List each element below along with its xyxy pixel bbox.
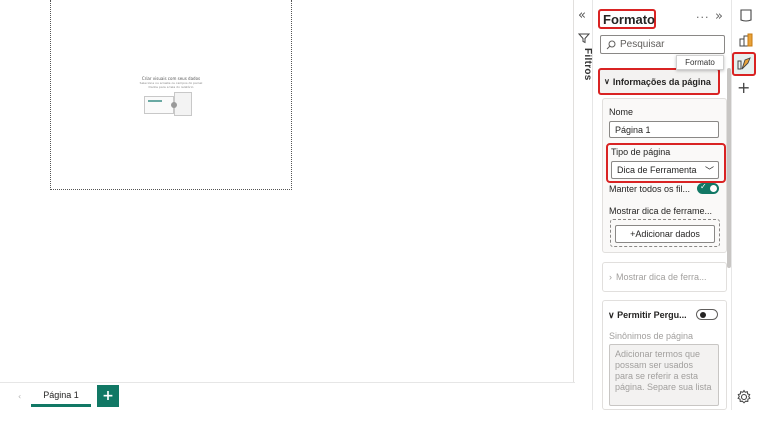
placeholder-line-2: Dados para a tela do relatório [148, 85, 194, 89]
page-type-value: Dica de Ferramenta [617, 165, 697, 175]
build-visual-icon[interactable] [738, 32, 754, 48]
qa-section-header[interactable]: ∨ Permitir Pergu... [608, 310, 687, 321]
pane-title: Formato [598, 9, 656, 29]
bookmark-icon[interactable] [738, 8, 754, 24]
show-tooltip-label: Mostrar dica de ferrame... [609, 206, 713, 216]
page-type-dropdown[interactable]: Dica de Ferramenta ﹀ [611, 161, 719, 179]
power-bi-report-editor: Criar visuais com seus dados Selecione o… [0, 0, 768, 423]
keep-filters-toggle[interactable]: ✓ [697, 182, 719, 194]
search-icon [606, 40, 616, 49]
qa-toggle[interactable] [696, 309, 718, 320]
empty-canvas-placeholder: Criar visuais com seus dados Selecione o… [51, 76, 291, 116]
name-label: Nome [609, 107, 634, 117]
page-type-label: Tipo de página [611, 147, 671, 157]
filters-label[interactable]: Filtros [579, 48, 593, 108]
placeholder-illustration [144, 92, 198, 116]
add-icon[interactable]: + [737, 78, 750, 97]
section-title: Informações da página [612, 76, 711, 87]
settings-gear-icon[interactable] [736, 389, 752, 405]
chevron-down-icon: ∨ [608, 310, 615, 320]
more-options-icon[interactable]: ··· [696, 11, 710, 24]
search-input[interactable]: Pesquisar [600, 35, 725, 54]
collapsed-section-title: Mostrar dica de ferra... [616, 272, 707, 282]
illustration-cursor-icon [171, 102, 177, 108]
page-name-field[interactable]: Página 1 [609, 121, 719, 138]
page-information-section-header[interactable]: ∨ Informações da página [598, 68, 720, 95]
keep-filters-label: Manter todos os fil... [609, 184, 691, 194]
qa-title: Permitir Pergu... [617, 310, 687, 320]
checkmark-icon: ✓ [700, 182, 707, 191]
tab-scroll-left-icon[interactable]: ‹ [18, 392, 21, 401]
show-tooltip-section-collapsed[interactable]: › Mostrar dica de ferra... [602, 262, 727, 292]
synonyms-label: Sinônimos de página [609, 331, 694, 341]
format-tooltip: Formato [676, 55, 724, 70]
illustration-canvas-box [144, 96, 174, 114]
add-data-button[interactable]: +Adicionar dados [615, 225, 715, 243]
status-area [0, 410, 768, 423]
report-canvas[interactable]: Criar visuais com seus dados Selecione o… [0, 0, 575, 382]
format-visual-icon[interactable] [736, 56, 752, 72]
expand-pane-icon[interactable]: » [715, 9, 723, 24]
chevron-right-icon: › [609, 272, 612, 282]
chevron-down-icon: ﹀ [704, 165, 714, 176]
filter-funnel-icon [578, 33, 590, 44]
chevron-down-icon: ∨ [604, 77, 610, 86]
add-page-button[interactable]: + [97, 385, 119, 407]
synonyms-textarea[interactable]: Adicionar termos que possam ser usados p… [609, 344, 719, 406]
toggle-knob [710, 185, 717, 192]
tab-pagina-1[interactable]: Página 1 [31, 385, 91, 407]
search-placeholder: Pesquisar [620, 39, 665, 50]
toggle-knob [700, 312, 706, 318]
tooltip-page-frame[interactable]: Criar visuais com seus dados Selecione o… [50, 0, 292, 190]
collapse-chevron-icon[interactable]: « [578, 8, 586, 23]
